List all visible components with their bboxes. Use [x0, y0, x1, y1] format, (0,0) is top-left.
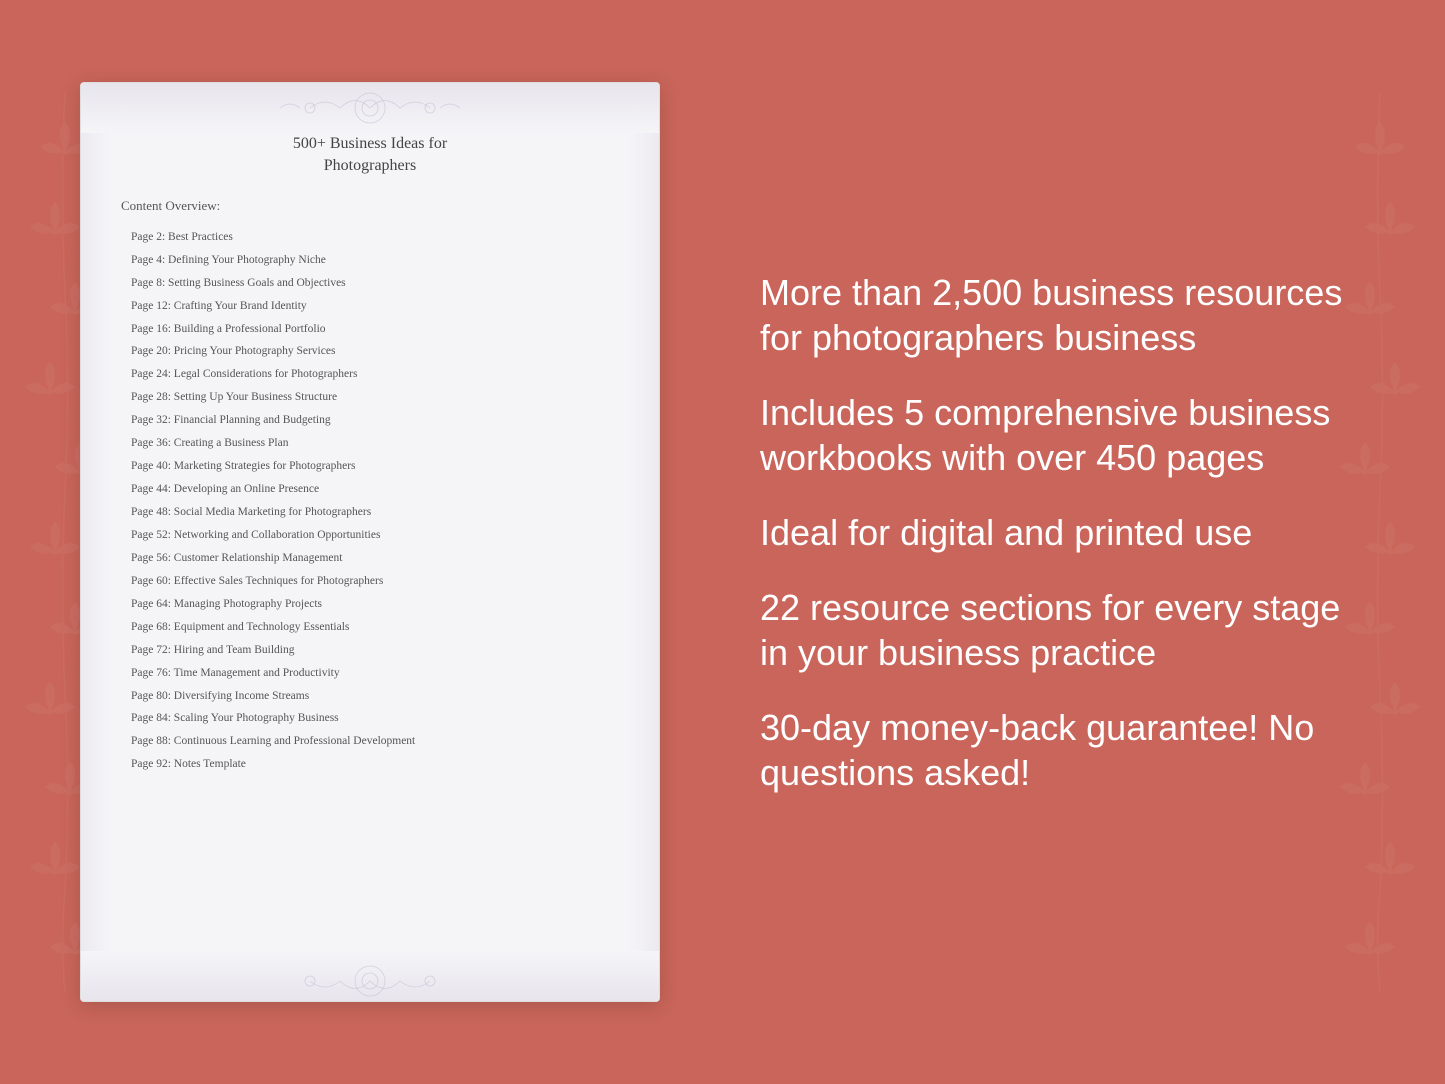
table-of-contents: Page 2: Best PracticesPage 4: Defining Y… — [111, 226, 629, 777]
toc-item: Page 8: Setting Business Goals and Objec… — [111, 272, 629, 295]
toc-item: Page 52: Networking and Collaboration Op… — [111, 524, 629, 547]
toc-item: Page 12: Crafting Your Brand Identity — [111, 295, 629, 318]
feature-text-2: Includes 5 comprehensive business workbo… — [760, 390, 1365, 480]
toc-item: Page 92: Notes Template — [111, 753, 629, 776]
document-title: 500+ Business Ideas for Photographers — [111, 133, 629, 178]
toc-item: Page 80: Diversifying Income Streams — [111, 685, 629, 708]
toc-item: Page 72: Hiring and Team Building — [111, 639, 629, 662]
left-panel: 500+ Business Ideas for Photographers Co… — [0, 0, 720, 1084]
toc-item: Page 32: Financial Planning and Budgetin… — [111, 409, 629, 432]
toc-item: Page 40: Marketing Strategies for Photog… — [111, 455, 629, 478]
feature-text-1: More than 2,500 business resources for p… — [760, 270, 1365, 360]
doc-side-left-border — [81, 133, 111, 951]
feature-text-5: 30-day money-back guarantee! No question… — [760, 705, 1365, 795]
toc-item: Page 60: Effective Sales Techniques for … — [111, 570, 629, 593]
doc-side-right-border — [629, 133, 659, 951]
toc-item: Page 56: Customer Relationship Managemen… — [111, 547, 629, 570]
main-container: 500+ Business Ideas for Photographers Co… — [0, 0, 1445, 1084]
toc-item: Page 76: Time Management and Productivit… — [111, 662, 629, 685]
toc-item: Page 64: Managing Photography Projects — [111, 593, 629, 616]
toc-item: Page 16: Building a Professional Portfol… — [111, 318, 629, 341]
toc-item: Page 36: Creating a Business Plan — [111, 432, 629, 455]
right-panel: More than 2,500 business resources for p… — [720, 0, 1445, 1084]
doc-bottom-border — [81, 951, 659, 1001]
doc-section-heading: Content Overview: — [121, 198, 629, 214]
doc-top-border — [81, 83, 659, 133]
toc-item: Page 48: Social Media Marketing for Phot… — [111, 501, 629, 524]
toc-item: Page 84: Scaling Your Photography Busine… — [111, 707, 629, 730]
toc-item: Page 28: Setting Up Your Business Struct… — [111, 386, 629, 409]
toc-item: Page 2: Best Practices — [111, 226, 629, 249]
toc-item: Page 24: Legal Considerations for Photog… — [111, 363, 629, 386]
toc-item: Page 68: Equipment and Technology Essent… — [111, 616, 629, 639]
feature-text-4: 22 resource sections for every stage in … — [760, 585, 1365, 675]
toc-item: Page 20: Pricing Your Photography Servic… — [111, 340, 629, 363]
toc-item: Page 44: Developing an Online Presence — [111, 478, 629, 501]
feature-text-3: Ideal for digital and printed use — [760, 510, 1365, 555]
toc-item: Page 88: Continuous Learning and Profess… — [111, 730, 629, 753]
toc-item: Page 4: Defining Your Photography Niche — [111, 249, 629, 272]
document-preview: 500+ Business Ideas for Photographers Co… — [80, 82, 660, 1002]
